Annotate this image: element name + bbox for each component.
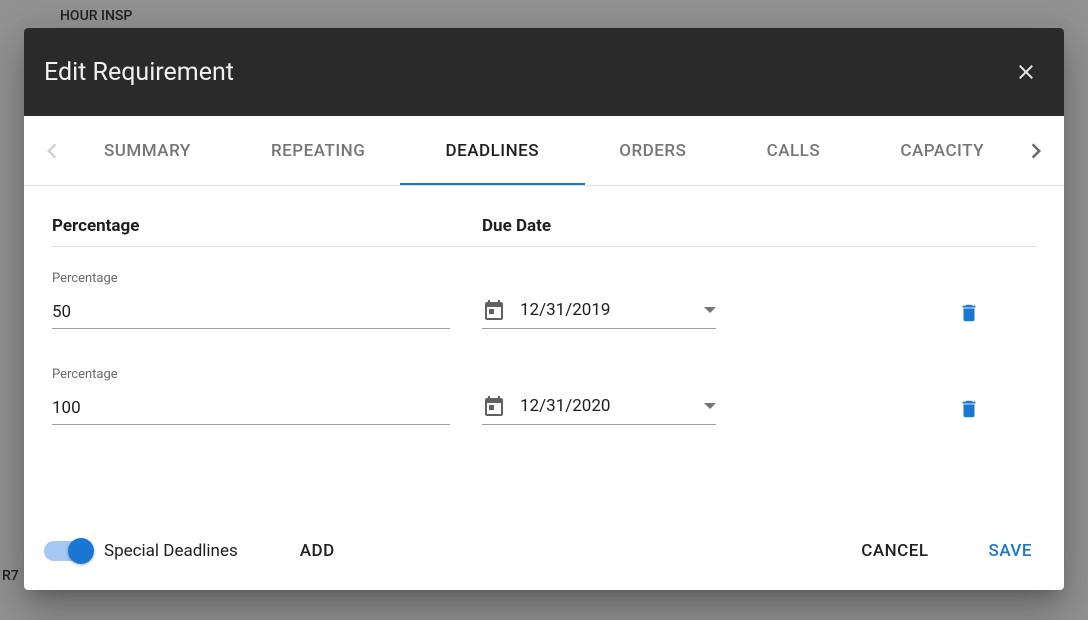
date-picker[interactable]: 12/31/2019: [482, 298, 716, 329]
trash-icon: [958, 397, 980, 421]
col-header-percentage: Percentage: [52, 216, 482, 236]
dialog-footer: Special Deadlines ADD CANCEL SAVE: [24, 512, 1064, 590]
percentage-field: Percentage: [52, 271, 482, 329]
tab-repeating[interactable]: REPEATING: [271, 116, 365, 185]
save-button[interactable]: SAVE: [989, 541, 1032, 561]
cancel-button[interactable]: CANCEL: [861, 541, 928, 561]
percentage-input[interactable]: [52, 298, 450, 329]
caret-down-icon: [704, 403, 716, 409]
tab-orders[interactable]: ORDERS: [619, 116, 686, 185]
percentage-label: Percentage: [52, 271, 482, 286]
delete-row-button[interactable]: [958, 397, 980, 421]
date-field: 12/31/2020: [482, 394, 716, 425]
caret-down-icon: [704, 307, 716, 313]
chevron-right-icon: [1031, 143, 1041, 159]
percentage-label: Percentage: [52, 367, 482, 382]
date-value: 12/31/2020: [520, 396, 704, 416]
add-button[interactable]: ADD: [300, 541, 335, 561]
tab-summary[interactable]: SUMMARY: [104, 116, 191, 185]
trash-icon: [958, 301, 980, 325]
special-deadlines-toggle[interactable]: [44, 541, 90, 561]
tab-calls[interactable]: CALLS: [767, 116, 821, 185]
toggle-label: Special Deadlines: [104, 541, 238, 561]
tab-deadlines[interactable]: DEADLINES: [446, 116, 540, 185]
calendar-icon: [482, 298, 506, 322]
tabs-bar: SUMMARY REPEATING DEADLINES ORDERS CALLS…: [24, 116, 1064, 186]
date-dropdown-caret[interactable]: [704, 403, 716, 409]
dialog-header: Edit Requirement: [24, 28, 1064, 116]
chevron-left-icon: [47, 143, 57, 159]
edit-requirement-dialog: Edit Requirement SUMMARY REPEATING DEADL…: [24, 28, 1064, 590]
tab-capacity[interactable]: CAPACITY: [900, 116, 984, 185]
date-dropdown-caret[interactable]: [704, 307, 716, 313]
tabs-container: SUMMARY REPEATING DEADLINES ORDERS CALLS…: [64, 116, 1024, 185]
dialog-title: Edit Requirement: [44, 58, 234, 87]
date-value: 12/31/2019: [520, 300, 704, 320]
percentage-input[interactable]: [52, 394, 450, 425]
row-actions: [716, 301, 1036, 325]
delete-row-button[interactable]: [958, 301, 980, 325]
deadline-row: Percentage 12/31/2020: [52, 367, 1036, 425]
columns-header: Percentage Due Date: [52, 216, 1036, 247]
tabs-scroll-left[interactable]: [40, 139, 64, 163]
deadlines-content: Percentage Due Date Percentage 12/31/201…: [24, 186, 1064, 512]
col-header-due-date: Due Date: [482, 216, 551, 236]
toggle-thumb: [68, 538, 94, 564]
date-field: 12/31/2019: [482, 298, 716, 329]
tabs-scroll-right[interactable]: [1024, 139, 1048, 163]
close-button[interactable]: [1012, 58, 1040, 86]
close-icon: [1014, 60, 1038, 84]
deadline-row: Percentage 12/31/2019: [52, 271, 1036, 329]
row-actions: [716, 397, 1036, 421]
calendar-icon: [482, 394, 506, 418]
percentage-field: Percentage: [52, 367, 482, 425]
date-picker[interactable]: 12/31/2020: [482, 394, 716, 425]
